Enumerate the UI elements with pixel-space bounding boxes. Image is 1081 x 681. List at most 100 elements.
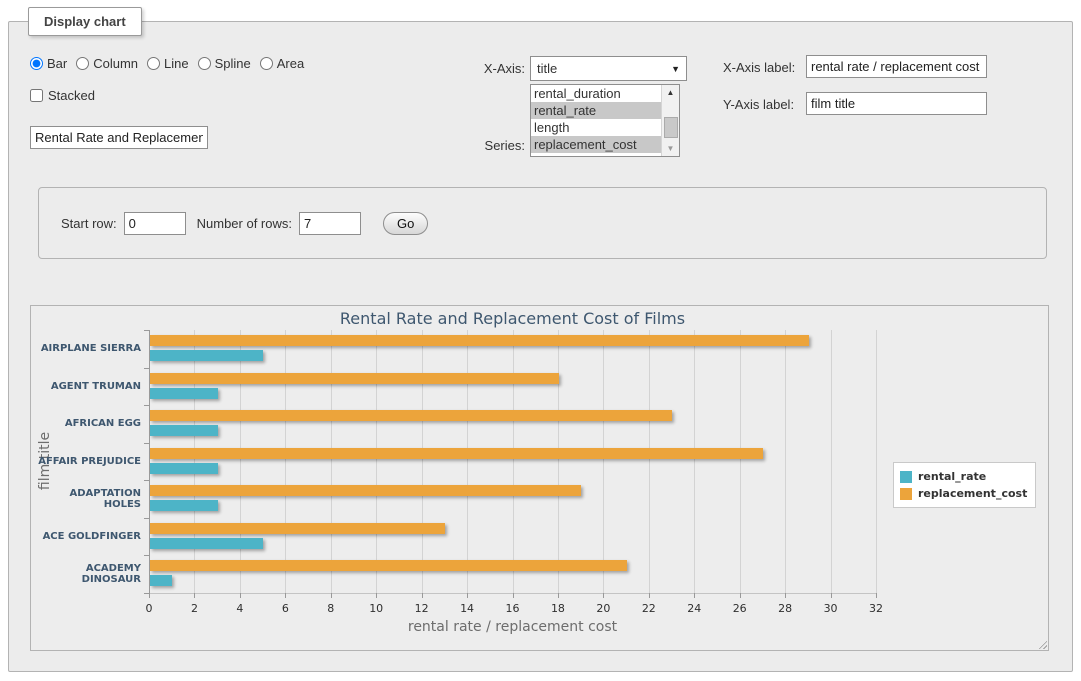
x-axis-select-label: X-Axis: — [455, 61, 525, 76]
gridline — [785, 330, 786, 593]
page: Display chart Bar Column Line Spline Area St… — [0, 0, 1081, 681]
scroll-down-icon[interactable]: ▼ — [662, 141, 679, 156]
fieldset-legend: Display chart — [28, 7, 142, 36]
series-option-rental_duration[interactable]: rental_duration — [531, 85, 661, 102]
legend-item-rental_rate[interactable]: rental_rate — [900, 468, 1027, 485]
category-label: ADAPTATION HOLES — [33, 480, 141, 518]
axis-tick — [603, 593, 604, 598]
chart-container: Rental Rate and Replacement Cost of Film… — [30, 305, 1049, 651]
chart-type-spline[interactable]: Spline — [198, 56, 251, 71]
x-tick-label: 0 — [146, 602, 153, 615]
start-row-input[interactable] — [124, 212, 186, 235]
scrollbar-track[interactable] — [662, 100, 679, 141]
axis-tick — [831, 593, 832, 598]
axis-tick — [694, 593, 695, 598]
bar-rental_rate[interactable] — [150, 425, 218, 436]
chart-type-area[interactable]: Area — [260, 56, 304, 71]
bar-replacement_cost[interactable] — [150, 410, 672, 421]
series-listbox-label: Series: — [455, 138, 525, 153]
x-tick-label: 10 — [369, 602, 383, 615]
bar-rental_rate[interactable] — [150, 575, 172, 586]
series-option-rental_rate[interactable]: rental_rate — [531, 102, 661, 119]
plot-area: AIRPLANE SIERRAAGENT TRUMANAFRICAN EGGAF… — [149, 330, 876, 593]
category-tick — [144, 593, 149, 594]
chart-type-label: Column — [93, 56, 138, 71]
scrollbar-thumb[interactable] — [664, 117, 678, 137]
x-tick-label: 2 — [191, 602, 198, 615]
chart-type-line[interactable]: Line — [147, 56, 189, 71]
chart-type-radio-bar[interactable] — [30, 57, 43, 70]
category-label: AFFAIR PREJUDICE — [33, 443, 141, 481]
chart-legend: rental_rate replacement_cost — [893, 462, 1036, 508]
bar-rental_rate[interactable] — [150, 388, 218, 399]
chart-type-label: Line — [164, 56, 189, 71]
legend-label: replacement_cost — [918, 487, 1027, 500]
x-tick-label: 24 — [687, 602, 701, 615]
row-controls-panel: Start row: Number of rows: Go — [38, 187, 1047, 259]
chart-type-radio-spline[interactable] — [198, 57, 211, 70]
bar-rental_rate[interactable] — [150, 538, 263, 549]
x-tick-label: 22 — [642, 602, 656, 615]
x-tick-label: 14 — [460, 602, 474, 615]
series-options: rental_durationrental_ratelengthreplacem… — [531, 85, 661, 156]
series-option-replacement_cost[interactable]: replacement_cost — [531, 136, 661, 153]
axis-tick — [285, 593, 286, 598]
chart-type-column[interactable]: Column — [76, 56, 138, 71]
chart-type-label: Area — [277, 56, 304, 71]
stacked-checkbox[interactable] — [30, 89, 43, 102]
axis-tick — [649, 593, 650, 598]
x-tick-label: 18 — [551, 602, 565, 615]
bar-replacement_cost[interactable] — [150, 560, 627, 571]
category-label: ACADEMY DINOSAUR — [33, 555, 141, 593]
bar-replacement_cost[interactable] — [150, 523, 445, 534]
dropdown-arrow-icon: ▼ — [671, 64, 680, 74]
chart-type-radio-line[interactable] — [147, 57, 160, 70]
gridline — [513, 330, 514, 593]
bar-replacement_cost[interactable] — [150, 335, 809, 346]
x-tick-label: 26 — [733, 602, 747, 615]
bar-replacement_cost[interactable] — [150, 485, 581, 496]
bar-rental_rate[interactable] — [150, 463, 218, 474]
axis-tick — [513, 593, 514, 598]
category-label: AIRPLANE SIERRA — [33, 330, 141, 368]
chart-type-bar[interactable]: Bar — [30, 56, 67, 71]
chart-type-radio-column[interactable] — [76, 57, 89, 70]
resize-handle-icon[interactable] — [1036, 638, 1047, 649]
bar-replacement_cost[interactable] — [150, 448, 763, 459]
x-tick-labels: 02468101214161820222426283032 — [149, 602, 876, 615]
axis-tick — [785, 593, 786, 598]
x-axis-select[interactable]: title ▼ — [530, 56, 687, 81]
axis-tick — [240, 593, 241, 598]
series-option-length[interactable]: length — [531, 119, 661, 136]
go-button[interactable]: Go — [383, 212, 428, 235]
x-tick-label: 6 — [282, 602, 289, 615]
axis-tick — [194, 593, 195, 598]
category-label: AGENT TRUMAN — [33, 368, 141, 406]
chart-title: Rental Rate and Replacement Cost of Film… — [149, 309, 876, 328]
num-rows-input[interactable] — [299, 212, 361, 235]
series-listbox[interactable]: rental_durationrental_ratelengthreplacem… — [530, 84, 680, 157]
listbox-scrollbar[interactable]: ▲ ▼ — [661, 85, 679, 156]
legend-swatch-icon — [900, 488, 912, 500]
stacked-checkbox-row[interactable]: Stacked — [30, 88, 95, 103]
category-label: AFRICAN EGG — [33, 405, 141, 443]
axis-tick — [149, 593, 150, 598]
x-axis-selected-value: title — [537, 61, 557, 76]
x-tick-label: 30 — [824, 602, 838, 615]
bar-rental_rate[interactable] — [150, 350, 263, 361]
chart-title-input[interactable] — [30, 126, 208, 149]
legend-swatch-icon — [900, 471, 912, 483]
bar-replacement_cost[interactable] — [150, 373, 559, 384]
stacked-label: Stacked — [48, 88, 95, 103]
axis-tick — [876, 593, 877, 598]
legend-item-replacement_cost[interactable]: replacement_cost — [900, 485, 1027, 502]
legend-label: rental_rate — [918, 470, 986, 483]
x-axis-label-input[interactable] — [806, 55, 987, 78]
chart-type-group: Bar Column Line Spline Area — [30, 56, 313, 71]
chart-type-radio-area[interactable] — [260, 57, 273, 70]
scroll-up-icon[interactable]: ▲ — [662, 85, 679, 100]
num-rows-label: Number of rows: — [197, 216, 292, 231]
gridline — [240, 330, 241, 593]
y-axis-label-input[interactable] — [806, 92, 987, 115]
bar-rental_rate[interactable] — [150, 500, 218, 511]
